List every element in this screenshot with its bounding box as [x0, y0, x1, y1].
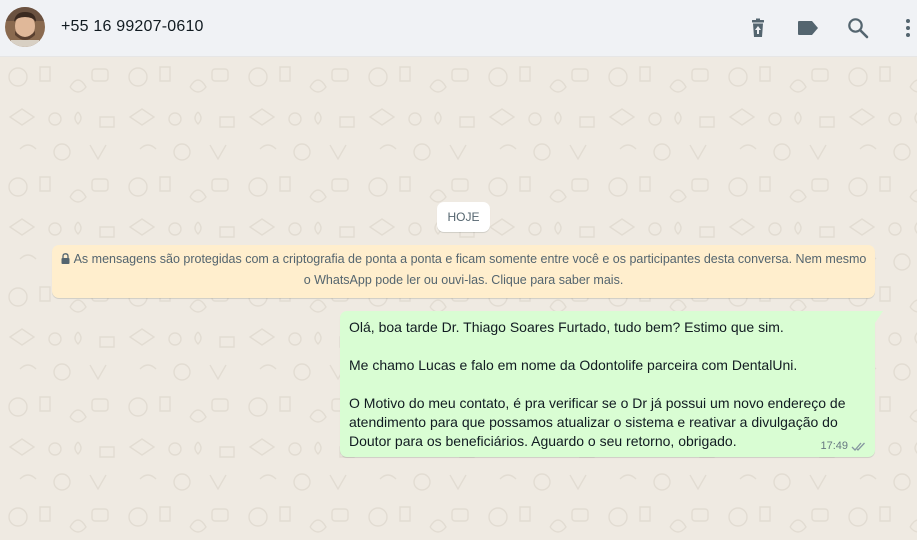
message-meta: 17:49 [820, 440, 867, 452]
menu-icon[interactable] [896, 16, 917, 40]
chat-wallpaper [0, 57, 917, 540]
message-paragraph: Me chamo Lucas e falo em nome da Odontol… [349, 357, 798, 373]
chat-area[interactable]: HOJE As mensagens são protegidas com a c… [0, 57, 917, 540]
read-ticks-icon [851, 442, 865, 451]
message-time: 17:49 [820, 440, 848, 452]
encryption-notice-text: As mensagens são protegidas com a cripto… [73, 252, 867, 287]
date-divider: HOJE [437, 202, 490, 232]
label-icon[interactable] [796, 16, 820, 40]
encryption-notice[interactable]: As mensagens são protegidas com a cripto… [52, 245, 875, 298]
bubble-tail [875, 311, 883, 323]
outgoing-message[interactable]: Olá, boa tarde Dr. Thiago Soares Furtado… [340, 311, 883, 457]
delete-icon[interactable] [746, 16, 770, 40]
message-paragraph: Olá, boa tarde Dr. Thiago Soares Furtado… [349, 319, 784, 335]
message-paragraph: O Motivo do meu contato, é pra verificar… [349, 395, 846, 449]
chat-header: +55 16 99207-0610 [0, 0, 917, 57]
search-icon[interactable] [846, 16, 870, 40]
contact-name[interactable]: +55 16 99207-0610 [61, 18, 204, 36]
contact-avatar[interactable] [5, 7, 45, 47]
lock-icon [61, 253, 70, 264]
